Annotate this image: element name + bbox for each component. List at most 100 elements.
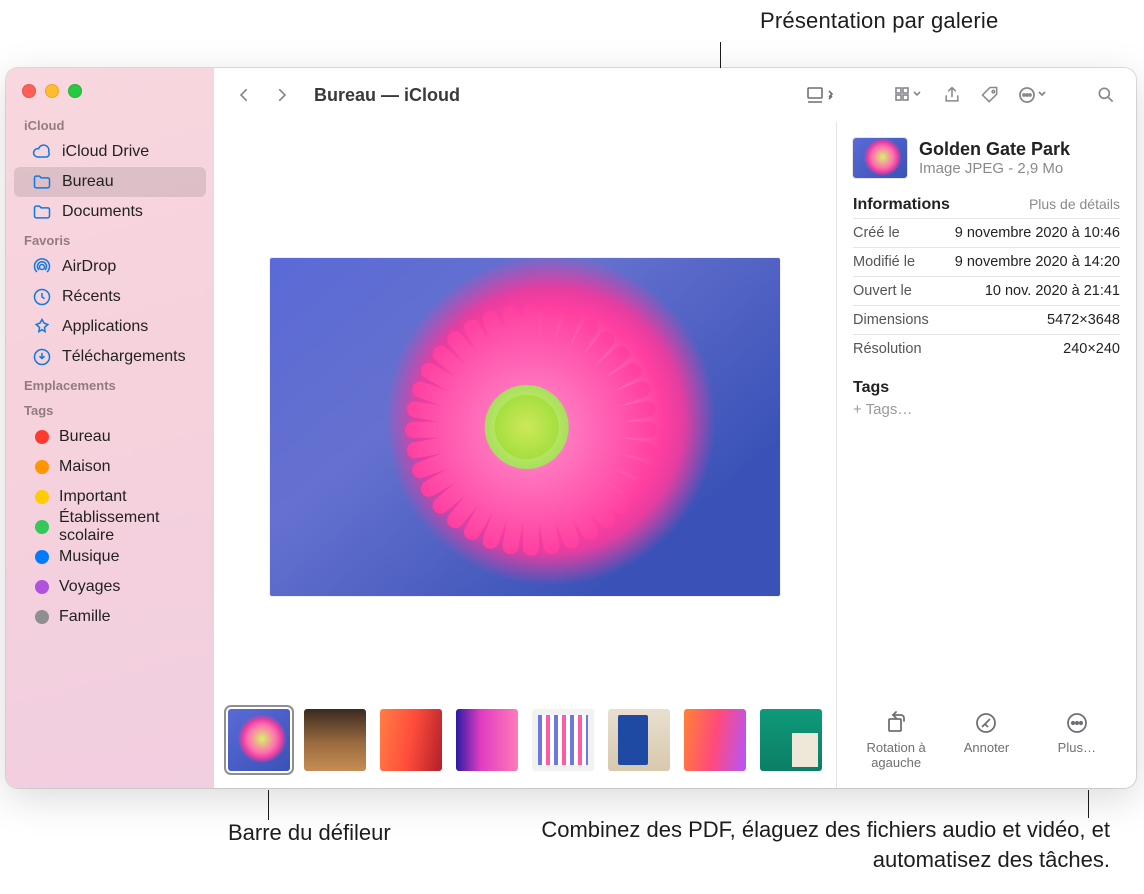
window-title: Bureau — iCloud (314, 85, 460, 106)
thumbnail[interactable] (532, 709, 594, 771)
action-menu-button[interactable] (1012, 80, 1054, 110)
sidebar-tag-school[interactable]: Établissement scolaire (14, 512, 206, 542)
sidebar-item-label: Établissement scolaire (59, 509, 196, 545)
group-button[interactable] (888, 80, 930, 110)
sidebar-tag-bureau[interactable]: Bureau (14, 422, 206, 452)
sidebar-item-label: iCloud Drive (62, 143, 149, 161)
callout-quick-actions: Combinez des PDF, élaguez des fichiers a… (510, 815, 1110, 874)
rotate-left-button[interactable]: Rotation à agauche (853, 710, 939, 770)
callout-line (268, 790, 269, 820)
info-row: Dimensions5472×3648 (853, 306, 1120, 335)
finder-window: iCloud iCloud Drive Bureau Documents Fav… (6, 68, 1136, 788)
annotate-button[interactable]: Annoter (943, 710, 1029, 770)
info-panel: Golden Gate Park Image JPEG - 2,9 Mo Inf… (836, 122, 1136, 788)
sidebar-item-label: Voyages (59, 578, 120, 596)
tag-dot-icon (35, 580, 49, 594)
thumbnail[interactable] (228, 709, 290, 771)
info-row: Ouvert le10 nov. 2020 à 21:41 (853, 277, 1120, 306)
view-mode-button[interactable] (806, 85, 836, 105)
forward-button[interactable] (266, 80, 298, 110)
sidebar-item-downloads[interactable]: Téléchargements (14, 342, 206, 372)
info-row: Modifié le9 novembre 2020 à 14:20 (853, 248, 1120, 277)
sidebar-item-label: AirDrop (62, 258, 116, 276)
sidebar-item-label: Téléchargements (62, 348, 186, 366)
search-button[interactable] (1090, 80, 1122, 110)
sidebar-item-label: Bureau (62, 173, 114, 191)
minimize-button[interactable] (45, 84, 59, 98)
thumbnail[interactable] (608, 709, 670, 771)
info-value: 9 novembre 2020 à 14:20 (937, 248, 1120, 277)
sidebar-tag-famille[interactable]: Famille (14, 602, 206, 632)
tag-dot-icon (35, 610, 49, 624)
main-pane: Bureau — iCloud (214, 68, 1136, 788)
tag-dot-icon (35, 520, 49, 534)
info-key: Dimensions (853, 306, 937, 335)
preview-area (214, 122, 836, 788)
sidebar-section-icloud: iCloud (6, 112, 214, 137)
thumbnail[interactable] (380, 709, 442, 771)
sidebar-item-icloud-drive[interactable]: iCloud Drive (14, 137, 206, 167)
sidebar-tag-important[interactable]: Important (14, 482, 206, 512)
sidebar-item-airdrop[interactable]: AirDrop (14, 252, 206, 282)
folder-icon (32, 172, 52, 192)
info-value: 9 novembre 2020 à 10:46 (937, 219, 1120, 248)
airdrop-icon (32, 257, 52, 277)
sidebar-tag-voyages[interactable]: Voyages (14, 572, 206, 602)
sidebar-item-bureau[interactable]: Bureau (14, 167, 206, 197)
callout-gallery-view: Présentation par galerie (760, 8, 1120, 34)
more-actions-button[interactable]: Plus… (1034, 710, 1120, 770)
callout-line (1088, 790, 1089, 818)
share-button[interactable] (936, 80, 968, 110)
preview-image[interactable] (270, 258, 780, 596)
preview-image-wrap (214, 122, 836, 702)
sidebar-tag-maison[interactable]: Maison (14, 452, 206, 482)
tags-header: Tags (853, 379, 1120, 397)
apps-icon (32, 317, 52, 337)
sidebar-item-label: Famille (59, 608, 111, 626)
window-controls (6, 78, 214, 112)
info-table: Créé le9 novembre 2020 à 10:46 Modifié l… (853, 218, 1120, 363)
thumbnail[interactable] (456, 709, 518, 771)
fullscreen-button[interactable] (68, 84, 82, 98)
info-key: Résolution (853, 335, 937, 364)
callout-scrubber-bar: Barre du défileur (228, 820, 391, 846)
thumbnail-strip (214, 702, 836, 788)
back-button[interactable] (228, 80, 260, 110)
folder-icon (32, 202, 52, 222)
quick-actions: Rotation à agauche Annoter Plus… (853, 702, 1120, 780)
qa-label: Plus… (1058, 740, 1096, 755)
file-title: Golden Gate Park (919, 139, 1070, 160)
info-value: 5472×3648 (937, 306, 1120, 335)
qa-label: Annoter (964, 740, 1010, 755)
qa-label: Rotation à agauche (853, 740, 939, 770)
download-icon (32, 347, 52, 367)
sidebar-item-recents[interactable]: Récents (14, 282, 206, 312)
thumbnail[interactable] (760, 709, 822, 771)
sidebar-section-favoris: Favoris (6, 227, 214, 252)
sidebar-section-emplacements: Emplacements (6, 372, 214, 397)
tags-button[interactable] (974, 80, 1006, 110)
close-button[interactable] (22, 84, 36, 98)
sidebar-item-applications[interactable]: Applications (14, 312, 206, 342)
thumbnail[interactable] (304, 709, 366, 771)
sidebar-item-label: Applications (62, 318, 148, 336)
info-section-header: Informations (853, 196, 950, 214)
sidebar-item-label: Musique (59, 548, 119, 566)
file-subtitle: Image JPEG - 2,9 Mo (919, 160, 1070, 177)
sidebar-tag-musique[interactable]: Musique (14, 542, 206, 572)
tags-add-field[interactable]: + Tags… (853, 401, 1120, 418)
info-thumbnail-icon (853, 138, 907, 178)
tag-dot-icon (35, 460, 49, 474)
sidebar-item-label: Documents (62, 203, 143, 221)
info-key: Modifié le (853, 248, 937, 277)
thumbnail[interactable] (684, 709, 746, 771)
sidebar-item-documents[interactable]: Documents (14, 197, 206, 227)
info-key: Ouvert le (853, 277, 937, 306)
sidebar-item-label: Important (59, 488, 127, 506)
toolbar: Bureau — iCloud (214, 68, 1136, 122)
sidebar-item-label: Bureau (59, 428, 111, 446)
more-icon (1064, 710, 1090, 736)
info-row: Résolution240×240 (853, 335, 1120, 364)
info-more-link[interactable]: Plus de détails (1029, 196, 1120, 212)
sidebar-item-label: Maison (59, 458, 111, 476)
